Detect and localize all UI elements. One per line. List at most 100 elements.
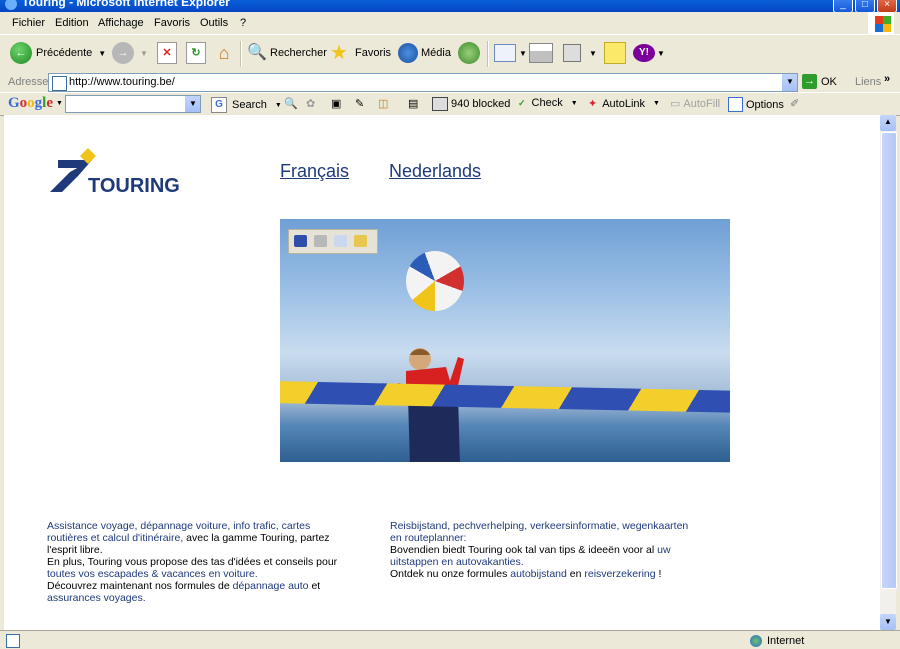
forward-button[interactable]: → ▼ [112,40,148,66]
refresh-icon: ↻ [186,42,206,64]
autolink-button[interactable]: ✦ AutoLink ▼ [588,97,660,111]
popup-blocked-button[interactable]: 940 blocked [432,97,510,111]
printer-icon[interactable] [314,235,327,247]
google-search-input[interactable]: ▼ [65,95,201,113]
autolink-label: AutoLink [602,97,646,110]
chevron-down-icon: ▼ [786,77,794,86]
security-zone: Internet [750,635,804,647]
star-icon: ★ [330,42,348,64]
maximize-button[interactable]: □ [855,0,875,12]
address-input[interactable]: http://www.touring.be/ ▼ [48,73,798,92]
link-routes-fr[interactable]: routières et calcul d'itinéraire, [47,532,183,544]
lang-link-francais[interactable]: Français [280,161,349,182]
back-button[interactable]: ← Précédente ▼ [10,40,106,66]
link-services-nl[interactable]: Reisbijstand, pechverhelping, verkeersin… [390,520,688,532]
autolink-icon: ✦ [588,98,598,110]
page-icon [52,76,67,91]
link-routeplanner[interactable]: en routeplanner: [390,532,466,544]
mail-icon[interactable] [334,235,347,247]
media-icon [398,43,418,63]
folder-icon[interactable] [354,235,367,247]
edit-button[interactable]: ▼ [563,40,597,66]
search-button[interactable]: 🔍 Rechercher [247,40,327,66]
menu-outils[interactable]: Outils [200,17,228,29]
text-line: En plus, Touring vous propose des tas d'… [47,556,338,568]
menu-help[interactable]: ? [240,17,246,29]
minimize-button[interactable]: _ [833,0,853,12]
autofill-button[interactable]: ▭ AutoFill [670,97,720,111]
print-button[interactable] [529,40,553,66]
forward-arrow-icon: → [112,42,134,64]
dutch-text: Reisbijstand, pechverhelping, verkeersin… [390,520,735,580]
options-icon [728,97,743,112]
lang-link-nederlands[interactable]: Nederlands [389,161,481,182]
page-info-icon[interactable]: ▣ [331,97,341,110]
touring-logo[interactable]: TOURING [48,148,188,196]
close-button[interactable]: × [877,0,897,12]
chevron-right-icon[interactable]: » [884,73,890,85]
refresh-button[interactable]: ↻ [186,40,206,66]
scrollbar-thumb[interactable] [881,132,897,589]
text-fragment: Bovendien biedt Touring ook tal van tips… [390,544,658,556]
address-bar: Adresse http://www.touring.be/ ▼ → OK Li… [0,72,900,92]
home-button[interactable]: ⌂ [213,40,235,66]
favorites-button[interactable]: ★ Favoris [330,40,391,66]
menu-edition[interactable]: Edition [55,17,89,29]
save-icon[interactable] [294,235,307,247]
chevron-down-icon: ▼ [140,48,148,58]
check-label: Check [531,97,563,109]
google-search-dropdown[interactable]: ▼ [185,96,200,112]
popup-blocker-icon[interactable]: ▤ [408,97,418,110]
links-label[interactable]: Liens [855,76,881,88]
link-uitstappen[interactable]: uitstappen en autovakanties. [390,556,524,568]
web-page-viewport: TOURING Français Nederlands Assistance v… [4,115,880,630]
vertical-scrollbar[interactable]: ▲ ▼ [880,115,897,630]
note-icon [604,42,626,64]
history-button[interactable] [458,40,480,66]
link-escapades[interactable]: toutes vos escapades & vacances en voitu… [47,568,258,580]
stop-button[interactable]: ✕ [157,40,177,66]
media-button[interactable]: Média [398,40,451,66]
history-icon [458,42,480,64]
standard-toolbar: ← Précédente ▼ → ▼ ✕ ↻ ⌂ 🔍 Rechercher ★ … [0,35,900,73]
window-title: Touring - Microsoft Internet Explorer [22,0,230,9]
search-icon: 🔍 [247,44,267,61]
chevron-down-icon: ▼ [657,48,665,58]
highlight-icon[interactable]: ✎ [355,97,364,110]
menu-fichier[interactable]: Fichier [12,17,45,29]
notes-button[interactable] [604,40,626,66]
pencil-icon[interactable]: ✐ [790,97,799,110]
yahoo-button[interactable]: Y! ▼ [633,40,665,66]
address-dropdown-button[interactable]: ▼ [782,74,797,91]
menu-affichage[interactable]: Affichage [98,17,144,29]
mail-icon [494,44,516,62]
link-assurances-voyages[interactable]: assurances voyages. [47,592,146,604]
menu-favoris[interactable]: Favoris [154,17,190,29]
options-button[interactable]: Options [728,97,784,112]
stop-icon: ✕ [157,42,177,64]
find-icon[interactable]: ◫ [378,97,388,110]
google-logo[interactable]: Google [8,95,53,112]
link-reisverzekering[interactable]: reisverzekering [584,568,655,580]
hero-image [280,219,730,462]
site-search-icon[interactable]: 🔍 [284,97,298,110]
link-uw[interactable]: uw [657,544,670,556]
link-autobijstand[interactable]: autobijstand [510,568,567,580]
google-search-button[interactable]: G Search ▼ [211,97,282,113]
scroll-down-button[interactable]: ▼ [880,614,896,630]
menu-bar: Fichier Edition Affichage Favoris Outils… [0,12,900,35]
go-button[interactable]: → OK [802,74,837,89]
logo-text: TOURING [88,175,180,196]
link-services-fr[interactable]: Assistance voyage, dépannage voiture, in… [47,520,310,532]
status-bar: Internet [0,630,900,649]
link-depannage-auto[interactable]: dépannage auto [233,580,309,592]
mail-button[interactable]: ▼ [494,40,527,66]
google-menu-arrow-icon[interactable]: ▼ [56,100,63,107]
pagerank-icon[interactable]: ✿ [306,97,315,110]
scroll-up-button[interactable]: ▲ [880,115,896,131]
globe-icon [750,635,762,647]
spellcheck-button[interactable]: ✓ Check ▼ [518,97,578,109]
chevron-down-icon: ▼ [98,48,107,58]
address-label: Adresse [8,76,49,88]
edit-icon [563,44,581,62]
